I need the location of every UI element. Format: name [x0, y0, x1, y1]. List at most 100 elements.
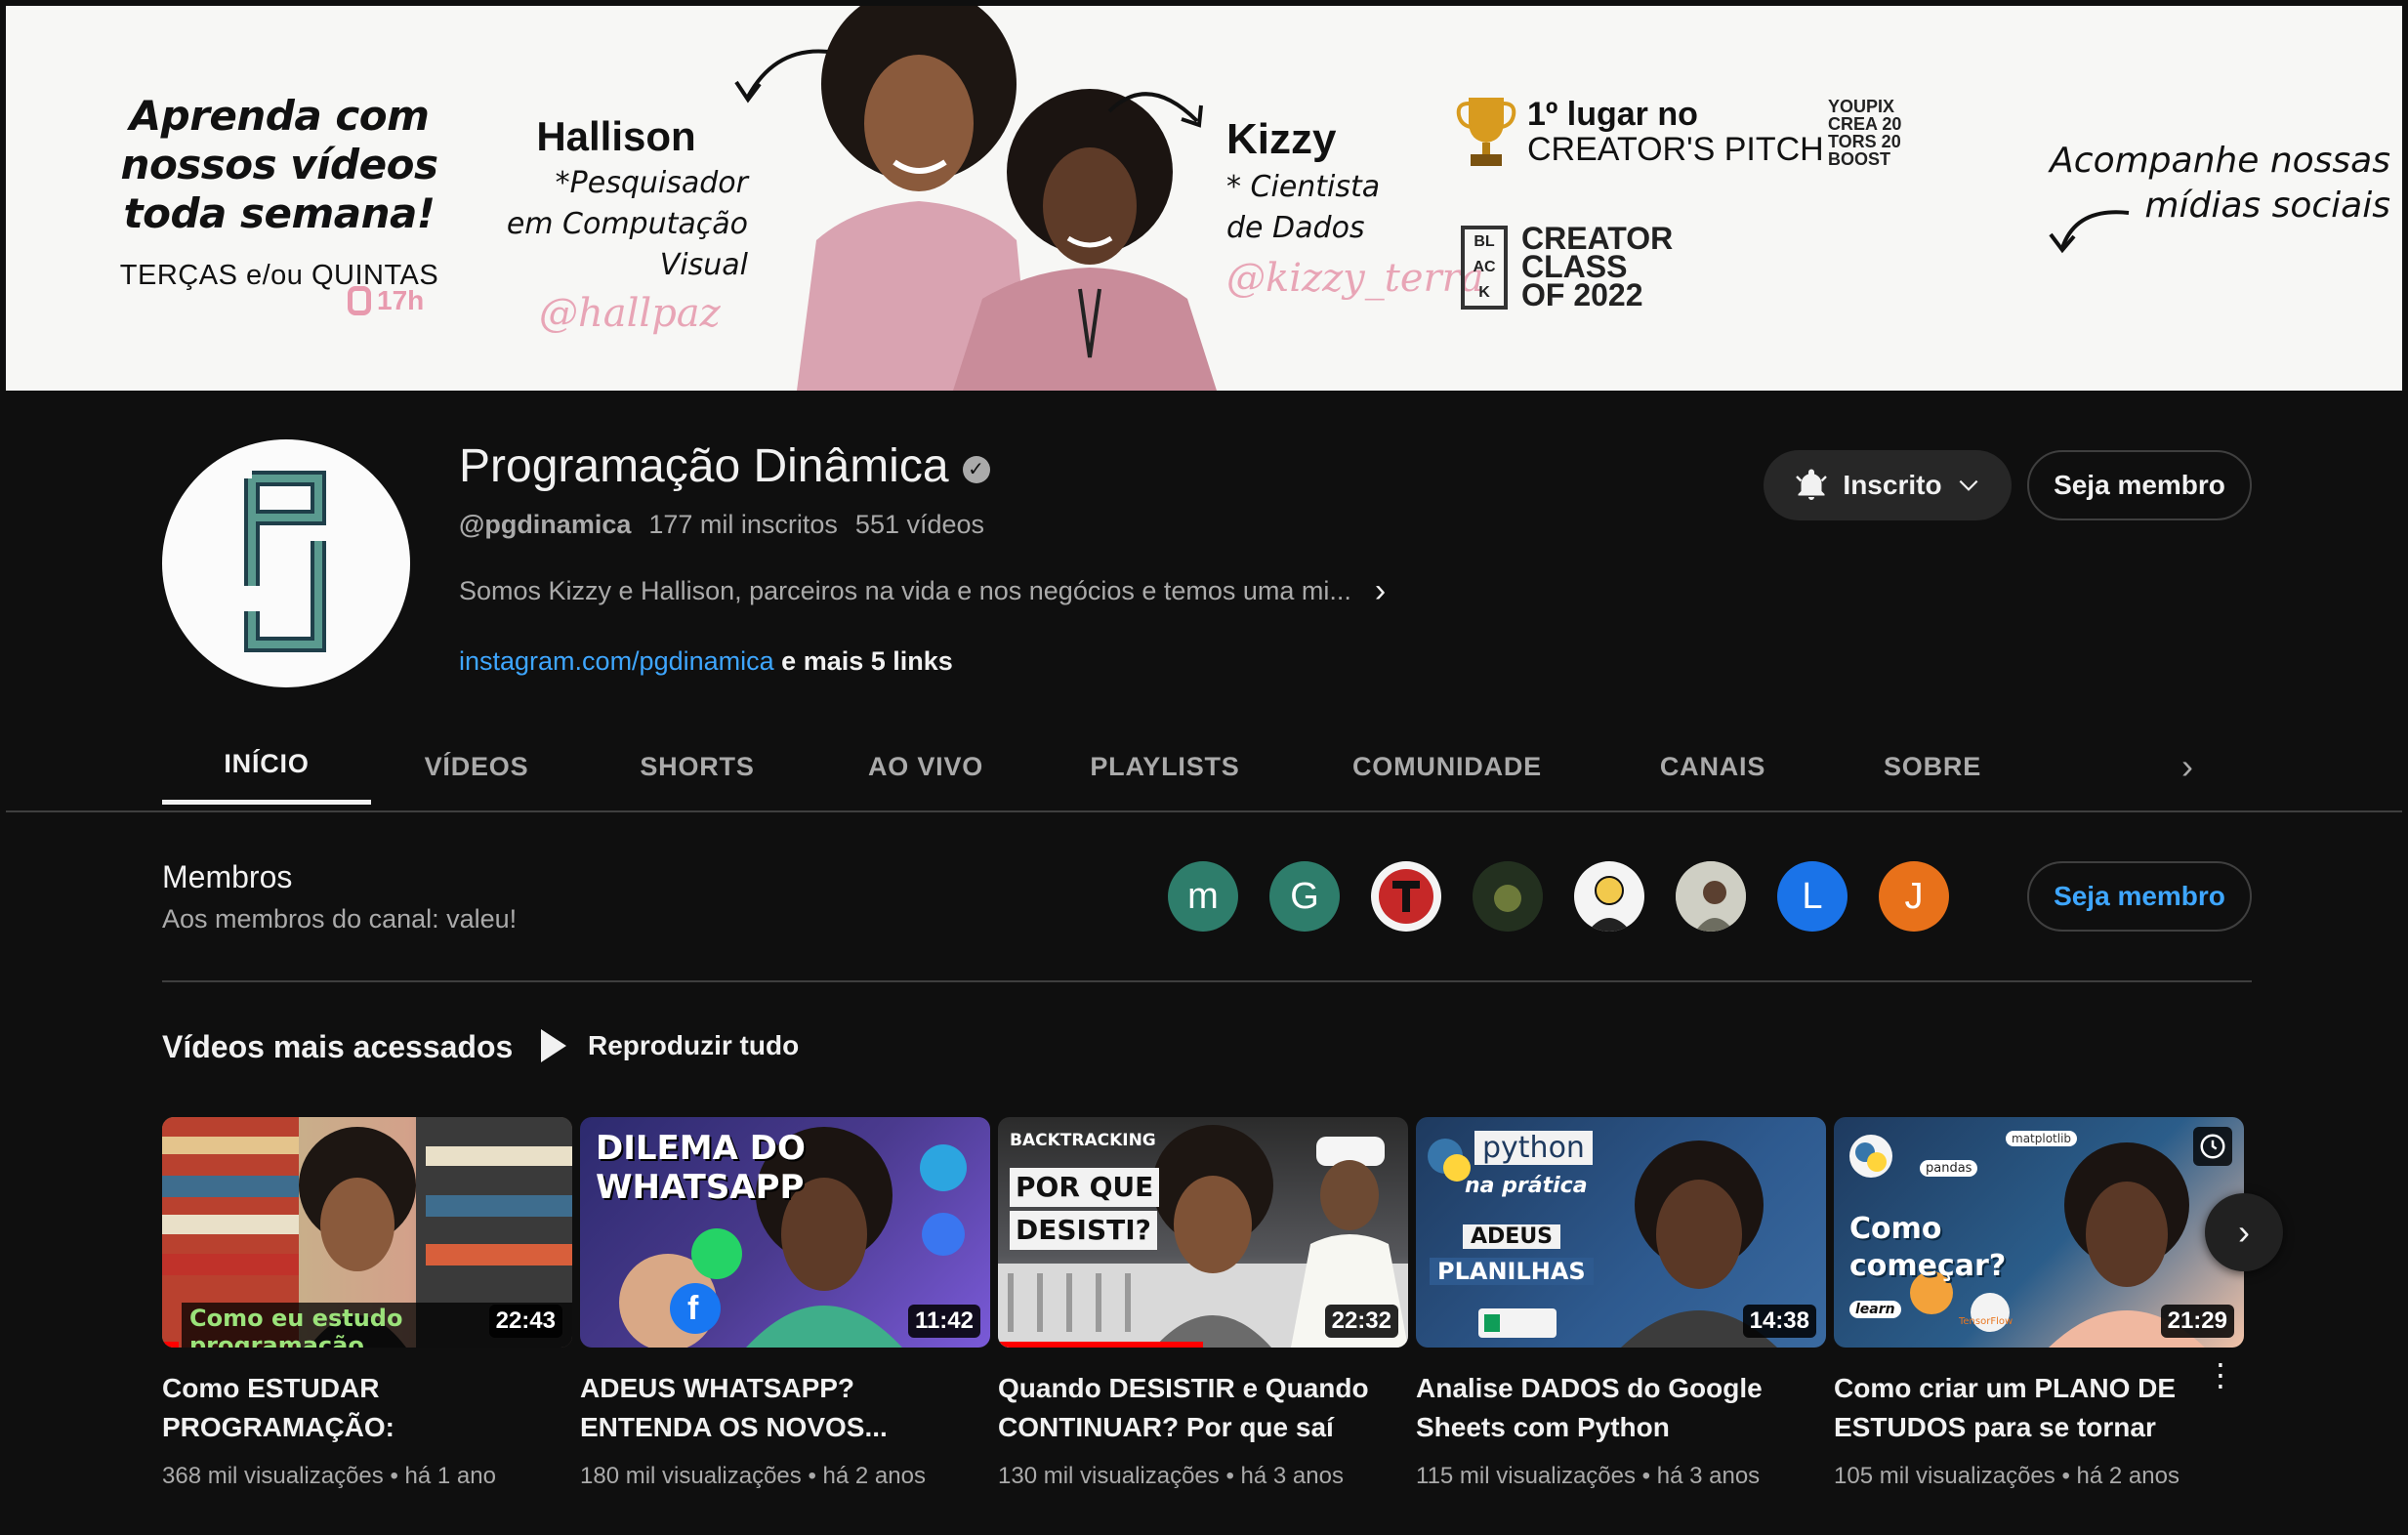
- trophy-icon: [1456, 98, 1516, 166]
- video-meta: 180 mil visualizações • há 2 anos: [580, 1463, 926, 1489]
- video-thumbnail[interactable]: Como eu estudo programação 22:43: [162, 1117, 572, 1348]
- video-thumbnail[interactable]: Como começar? pandas matplotlib learn Te…: [1834, 1117, 2244, 1348]
- award-line-1: 1º lugar no: [1527, 96, 1698, 133]
- video-thumbnail[interactable]: python na prática ADEUS PLANILHAS 14:38: [1416, 1117, 1826, 1348]
- video-title[interactable]: Quando DESISTIR e Quando CONTINUAR? Por …: [998, 1369, 1379, 1447]
- video-card[interactable]: BACKTRACKING POR QUE DESISTI? 22:32 Quan…: [998, 1117, 1408, 1527]
- watch-later-button[interactable]: [2193, 1127, 2232, 1166]
- thumbnail-label: learn: [1849, 1301, 1901, 1318]
- curved-arrow-icon: [2049, 210, 2130, 254]
- section-title[interactable]: Vídeos mais acessados: [162, 1029, 513, 1065]
- bell-icon: [1796, 469, 1828, 500]
- channel-banner: Aprenda com nossos vídeos toda semana! T…: [6, 6, 2402, 391]
- video-meta: 105 mil visualizações • há 2 anos: [1834, 1463, 2180, 1489]
- thumbnail-caption: Como começar?: [1849, 1211, 2006, 1285]
- avatar[interactable]: J: [1879, 861, 1949, 932]
- channel-description-text: Somos Kizzy e Hallison, parceiros na vid…: [459, 576, 1351, 605]
- check-circle-icon: ✓: [962, 455, 990, 483]
- avatar[interactable]: [1676, 861, 1746, 932]
- tab-shorts[interactable]: SHORTS: [582, 728, 812, 805]
- banner-kizzy: Kizzy * Cientista de Dados @kizzy_terra: [1226, 115, 1484, 301]
- chevron-right-icon[interactable]: ›: [1375, 572, 1386, 610]
- banner-days: TERÇAS e/ou QUINTAS: [119, 260, 439, 291]
- instagram-link[interactable]: instagram.com/pgdinamica: [459, 646, 774, 676]
- thumbnail-caption-0: BACKTRACKING: [1010, 1131, 1156, 1150]
- join-button[interactable]: Seja membro: [2027, 861, 2252, 932]
- channel-tabs: INÍCIO VÍDEOS SHORTS AO VIVO PLAYLISTS C…: [162, 728, 2043, 812]
- avatar[interactable]: [1371, 861, 1441, 932]
- more-actions-icon[interactable]: ⋮: [2205, 1359, 2236, 1390]
- video-thumbnail[interactable]: BACKTRACKING POR QUE DESISTI? 22:32: [998, 1117, 1408, 1348]
- channel-meta: @pgdinamica 177 mil inscritos 551 vídeos: [459, 510, 984, 540]
- video-age: há 2 anos: [2076, 1463, 2180, 1489]
- play-all-button[interactable]: Reproduzir tudo: [541, 1029, 799, 1062]
- chevron-right-icon[interactable]: ›: [2181, 746, 2193, 787]
- banner-award: 1º lugar no CREATOR'S PITCH: [1455, 94, 1824, 170]
- avatar[interactable]: [1473, 861, 1543, 932]
- kizzy-role-2: de Dados: [1226, 211, 1365, 245]
- video-duration: 22:43: [488, 1305, 562, 1338]
- hosts-photo: [797, 6, 1217, 391]
- video-duration: 22:32: [1324, 1305, 1398, 1338]
- thumbnail-caption-2: WHATSAPP: [596, 1168, 805, 1207]
- subscriber-count: 177 mil inscritos: [648, 510, 838, 539]
- tab-comunidade[interactable]: COMUNIDADE: [1291, 728, 1603, 805]
- curved-arrow-icon: [1107, 92, 1203, 128]
- chevron-right-icon: ›: [2238, 1212, 2250, 1252]
- avatar[interactable]: G: [1269, 861, 1340, 932]
- avatar-image: [1588, 876, 1631, 932]
- avatar[interactable]: L: [1777, 861, 1848, 932]
- video-title[interactable]: Analise DADOS do Google Sheets com Pytho…: [1416, 1369, 1797, 1447]
- kizzy-role-1: * Cientista: [1226, 170, 1381, 204]
- tab-canais[interactable]: CANAIS: [1603, 728, 1822, 805]
- channel-description[interactable]: Somos Kizzy e Hallison, parceiros na vid…: [459, 572, 1386, 610]
- youpix-logo: YOUPIX CREA 20 TORS 20 BOOST: [1828, 98, 1926, 168]
- play-icon: [541, 1029, 566, 1062]
- subscribed-button[interactable]: Inscrito: [1764, 450, 2012, 520]
- avatar[interactable]: m: [1168, 861, 1238, 932]
- banner-headline-2: nossos vídeos: [120, 141, 438, 188]
- tab-ao-vivo[interactable]: AO VIVO: [812, 728, 1039, 805]
- carousel-next-button[interactable]: ›: [2205, 1193, 2283, 1271]
- video-thumbnail[interactable]: f DILEMA DO WHATSAPP 11:42: [580, 1117, 990, 1348]
- members-title: Membros: [162, 859, 293, 894]
- tabs-divider: [6, 810, 2402, 812]
- video-views: 115 mil visualizações: [1416, 1463, 1636, 1489]
- video-meta: 368 mil visualizações • há 1 ano: [162, 1463, 496, 1489]
- youpix-line-3: TORS 20: [1828, 132, 1901, 151]
- channel-avatar[interactable]: [162, 439, 410, 687]
- tab-playlists[interactable]: PLAYLISTS: [1039, 728, 1291, 805]
- watch-progress: [998, 1342, 1203, 1348]
- black-logo-3: K: [1478, 283, 1490, 301]
- video-age: há 1 ano: [404, 1463, 496, 1489]
- avatar[interactable]: [1574, 861, 1644, 932]
- avatar-image: [1473, 861, 1543, 932]
- thumbnail-caption: DILEMA DO WHATSAPP: [596, 1129, 806, 1207]
- banner-headline-1: Aprenda com: [129, 92, 430, 140]
- kizzy-name: Kizzy: [1226, 115, 1337, 163]
- video-title[interactable]: Como criar um PLANO DE ESTUDOS para se t…: [1834, 1369, 2215, 1447]
- video-views: 130 mil visualizações: [998, 1463, 1220, 1489]
- video-title[interactable]: Como ESTUDAR PROGRAMAÇÃO: Engenheir...: [162, 1369, 543, 1447]
- join-button[interactable]: Seja membro: [2027, 450, 2252, 520]
- channel-name: Programação Dinâmica: [459, 440, 949, 492]
- video-card[interactable]: Como começar? pandas matplotlib learn Te…: [1834, 1117, 2244, 1527]
- tab-sobre[interactable]: SOBRE: [1822, 728, 2043, 805]
- thumbnail-label: pandas: [1920, 1160, 1978, 1177]
- thumbnail-label: TensorFlow: [1959, 1316, 2014, 1327]
- play-all-label: Reproduzir tudo: [588, 1030, 800, 1060]
- video-count: 551 vídeos: [854, 510, 985, 539]
- member-avatars: m G L J: [1168, 861, 1949, 932]
- banner-schedule: Aprenda com nossos vídeos toda semana! T…: [6, 92, 553, 292]
- video-title[interactable]: ADEUS WHATSAPP? ENTENDA OS NOVOS...: [580, 1369, 961, 1447]
- thumbnail-caption: POR QUE DESISTI?: [1010, 1168, 1160, 1250]
- more-links[interactable]: e mais 5 links: [781, 646, 953, 676]
- video-card[interactable]: Como eu estudo programação 22:43 Como ES…: [162, 1117, 572, 1527]
- video-card[interactable]: f DILEMA DO WHATSAPP 11:42 ADEUS WHATSAP…: [580, 1117, 990, 1527]
- avatar-image: [1379, 869, 1433, 924]
- tab-videos[interactable]: VÍDEOS: [371, 728, 582, 805]
- video-card[interactable]: python na prática ADEUS PLANILHAS 14:38 …: [1416, 1117, 1826, 1527]
- hallison-handle: @hallpaz: [539, 291, 721, 336]
- tab-inicio[interactable]: INÍCIO: [162, 728, 371, 805]
- class-line-3: OF 2022: [1521, 277, 1643, 312]
